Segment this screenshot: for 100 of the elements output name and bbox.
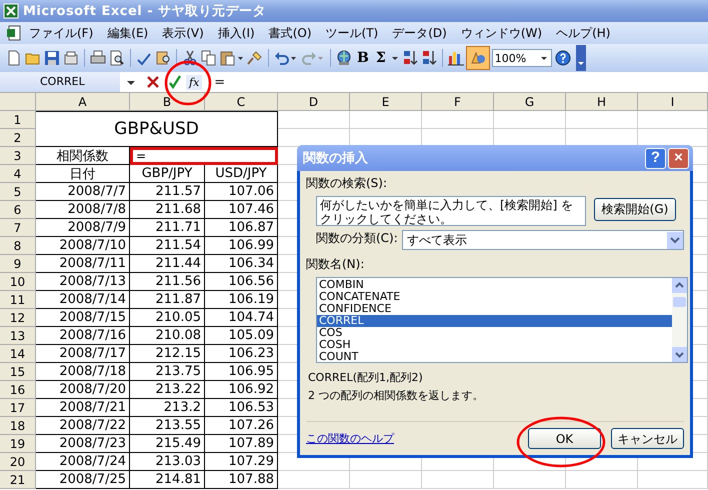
category-dropdown[interactable]: すべて表示: [402, 230, 684, 250]
table-cell: 107.88: [205, 471, 278, 489]
scroll-down-icon[interactable]: [672, 347, 687, 362]
search-field[interactable]: 何がしたいかを簡単に入力して、[検索開始] をクリックしてください。: [316, 196, 586, 226]
empty-cell[interactable]: [494, 111, 566, 129]
row-header[interactable]: 14: [0, 345, 36, 363]
row-header[interactable]: 5: [0, 183, 36, 201]
column-header[interactable]: A: [36, 93, 130, 111]
menu-item[interactable]: ファイル(F): [22, 24, 100, 42]
search-button[interactable]: 検索開始(G): [594, 198, 676, 221]
function-list-item[interactable]: COSH: [317, 339, 672, 351]
function-list-item[interactable]: CONFIDENCE: [317, 303, 672, 315]
row-header[interactable]: 2: [0, 129, 36, 147]
empty-cell[interactable]: [350, 111, 422, 129]
row-header[interactable]: 13: [0, 327, 36, 345]
row-header[interactable]: 15: [0, 363, 36, 381]
column-header[interactable]: E: [350, 93, 422, 111]
column-header[interactable]: D: [278, 93, 350, 111]
empty-cell[interactable]: [638, 471, 708, 489]
cut-icon[interactable]: [182, 50, 198, 66]
toolbar-options-icon[interactable]: [576, 45, 586, 71]
function-list-item[interactable]: CORREL: [317, 315, 672, 327]
autosum-button[interactable]: Σ: [374, 50, 388, 66]
caret-icon[interactable]: [667, 232, 683, 248]
function-list-item[interactable]: COMBIN: [317, 279, 672, 291]
sort-ascending-icon[interactable]: [402, 50, 418, 66]
cancel-icon[interactable]: [145, 74, 161, 90]
zoom-dropdown[interactable]: 100%: [492, 49, 552, 67]
table-cell: 106.56: [205, 273, 278, 291]
category-label: 関数の分類(C):: [316, 230, 398, 247]
row-header[interactable]: 16: [0, 381, 36, 399]
menu-item[interactable]: 挿入(I): [210, 24, 262, 42]
table-header-cell: 日付: [36, 165, 130, 183]
ok-button[interactable]: OK: [528, 428, 601, 449]
empty-cell[interactable]: [422, 111, 494, 129]
row-header[interactable]: 8: [0, 237, 36, 255]
menu-item[interactable]: 編集(E): [100, 24, 156, 42]
copy-icon[interactable]: [201, 50, 217, 66]
undo-icon[interactable]: [274, 50, 298, 66]
scrollbar[interactable]: [672, 278, 687, 362]
empty-cell[interactable]: [422, 471, 494, 489]
empty-cell[interactable]: [566, 111, 638, 129]
research-icon[interactable]: [155, 50, 171, 66]
print-icon[interactable]: [90, 50, 106, 66]
row-header[interactable]: 12: [0, 309, 36, 327]
print-preview-icon[interactable]: [109, 50, 125, 66]
empty-cell[interactable]: [566, 471, 638, 489]
row-header[interactable]: 17: [0, 399, 36, 417]
row-header[interactable]: 9: [0, 255, 36, 273]
column-header[interactable]: C: [205, 93, 278, 111]
bar-chart-icon[interactable]: [448, 50, 464, 66]
column-header[interactable]: H: [566, 93, 638, 111]
table-cell: 213.75: [130, 363, 205, 381]
row-header[interactable]: 6: [0, 201, 36, 219]
row-header[interactable]: 18: [0, 417, 36, 435]
cancel-button[interactable]: キャンセル: [611, 428, 684, 449]
function-list-item[interactable]: CONCATENATE: [317, 291, 672, 303]
new-document-icon[interactable]: [6, 50, 22, 66]
row-header[interactable]: 21: [0, 471, 36, 489]
menu-item[interactable]: ヘルプ(H): [549, 24, 618, 42]
menu-item[interactable]: 書式(O): [262, 24, 319, 42]
sort-descending-icon[interactable]: [420, 50, 437, 66]
close-button[interactable]: ×: [668, 148, 689, 168]
row-header[interactable]: 10: [0, 273, 36, 291]
save-icon[interactable]: [44, 50, 60, 66]
row-header[interactable]: 11: [0, 291, 36, 309]
scroll-thumb[interactable]: [673, 297, 686, 307]
row-header[interactable]: 19: [0, 435, 36, 453]
name-box[interactable]: CORREL: [0, 72, 120, 92]
paste-icon[interactable]: [220, 50, 244, 66]
menu-item[interactable]: ツール(T): [318, 24, 386, 42]
scroll-up-icon[interactable]: [672, 278, 687, 293]
menu-item[interactable]: データ(D): [385, 24, 454, 42]
active-cell[interactable]: =: [130, 147, 278, 165]
hyperlink-globe-icon[interactable]: [336, 50, 352, 66]
window-title: Microsoft Excel - サヤ取り元データ: [23, 3, 266, 20]
column-header[interactable]: F: [422, 93, 494, 111]
row-header[interactable]: 7: [0, 219, 36, 237]
checkmark-icon[interactable]: [167, 74, 183, 90]
column-header[interactable]: G: [494, 93, 566, 111]
help-link[interactable]: この関数のヘルプ: [306, 431, 394, 446]
empty-cell[interactable]: [350, 471, 422, 489]
function-list-item[interactable]: COS: [317, 327, 672, 339]
empty-cell[interactable]: [494, 471, 566, 489]
formula-input[interactable]: =: [202, 74, 708, 90]
menu-item[interactable]: ウィンドウ(W): [454, 24, 550, 42]
insert-function-button[interactable]: fx: [186, 74, 202, 90]
column-header[interactable]: I: [638, 93, 708, 111]
help-button[interactable]: ?: [645, 148, 666, 168]
help-icon[interactable]: [554, 50, 571, 66]
row-header[interactable]: 1: [0, 111, 36, 129]
empty-cell[interactable]: [638, 111, 708, 129]
menu-item[interactable]: 表示(V): [155, 24, 211, 42]
row-header[interactable]: 4: [0, 165, 36, 183]
bold-button[interactable]: B: [355, 50, 371, 66]
column-header[interactable]: B: [130, 93, 205, 111]
row-header[interactable]: 20: [0, 453, 36, 471]
row-header[interactable]: 3: [0, 147, 36, 165]
paintbrush-icon[interactable]: [247, 50, 263, 66]
function-list-item[interactable]: COUNT: [317, 351, 672, 363]
